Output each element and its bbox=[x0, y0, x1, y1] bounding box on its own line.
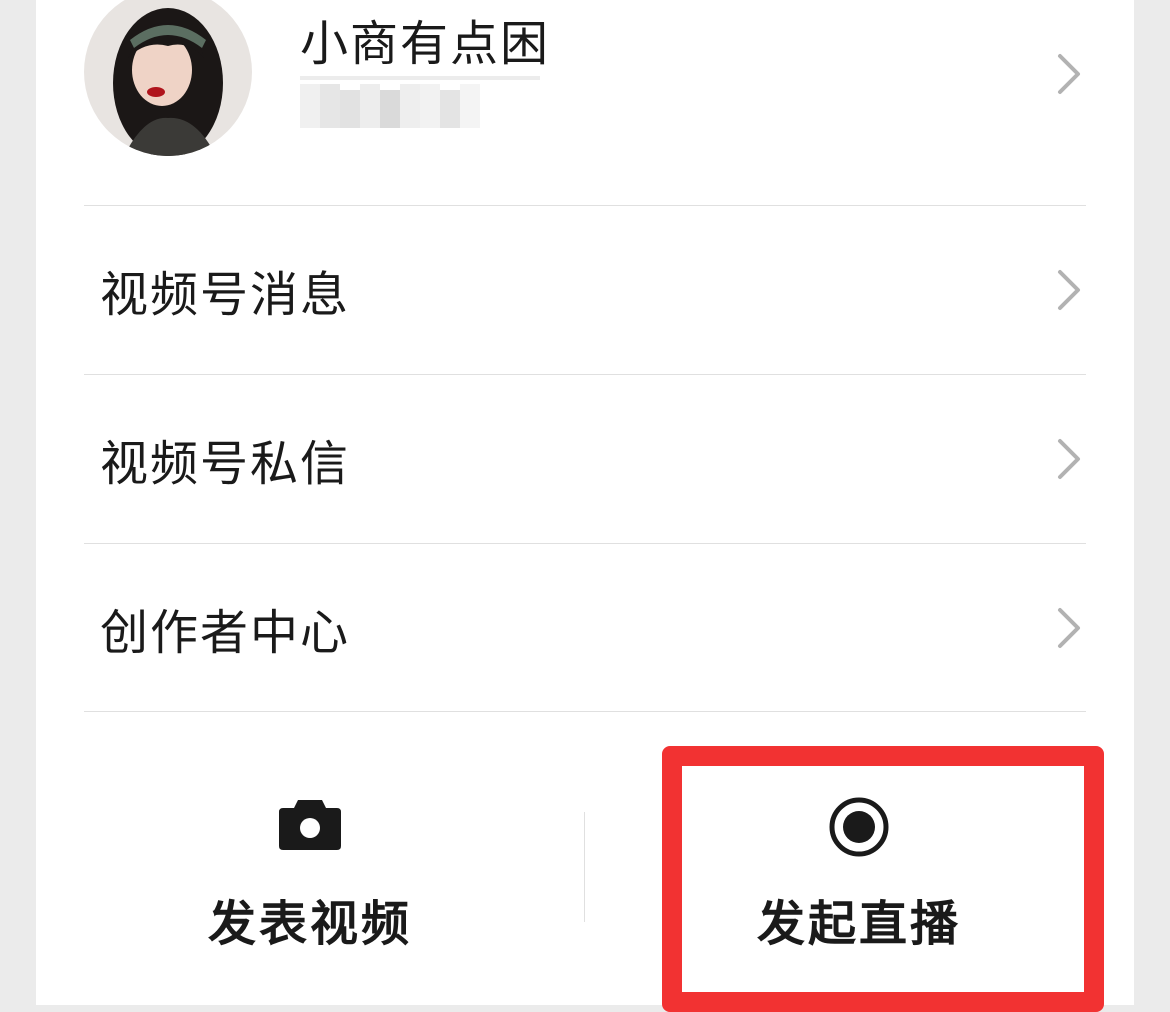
obscured-id bbox=[300, 76, 540, 130]
menu-item-label: 视频号私信 bbox=[100, 436, 351, 492]
menu-item-label: 视频号消息 bbox=[100, 267, 351, 323]
menu-item-channel-messages[interactable]: 视频号消息 bbox=[36, 206, 1134, 374]
post-video-button[interactable]: 发表视频 bbox=[36, 712, 584, 1005]
profile-row[interactable]: 小商有点困 bbox=[36, 0, 1134, 205]
highlight-box bbox=[662, 746, 1104, 1012]
menu-item-label: 创作者中心 bbox=[100, 605, 351, 661]
chevron-right-icon bbox=[1058, 54, 1080, 94]
camera-icon bbox=[279, 800, 341, 850]
post-video-label: 发表视频 bbox=[207, 896, 412, 952]
avatar[interactable] bbox=[84, 0, 252, 156]
chevron-right-icon bbox=[1058, 608, 1080, 648]
channel-panel: 小商有点困 视频号消息 视频号私信 创作者中心 发表视频 发起直播 bbox=[36, 0, 1134, 1012]
menu-item-channel-private-messages[interactable]: 视频号私信 bbox=[36, 375, 1134, 543]
chevron-right-icon bbox=[1058, 439, 1080, 479]
menu-item-creator-center[interactable]: 创作者中心 bbox=[36, 544, 1134, 712]
chevron-right-icon bbox=[1058, 270, 1080, 310]
username: 小商有点困 bbox=[300, 16, 551, 72]
